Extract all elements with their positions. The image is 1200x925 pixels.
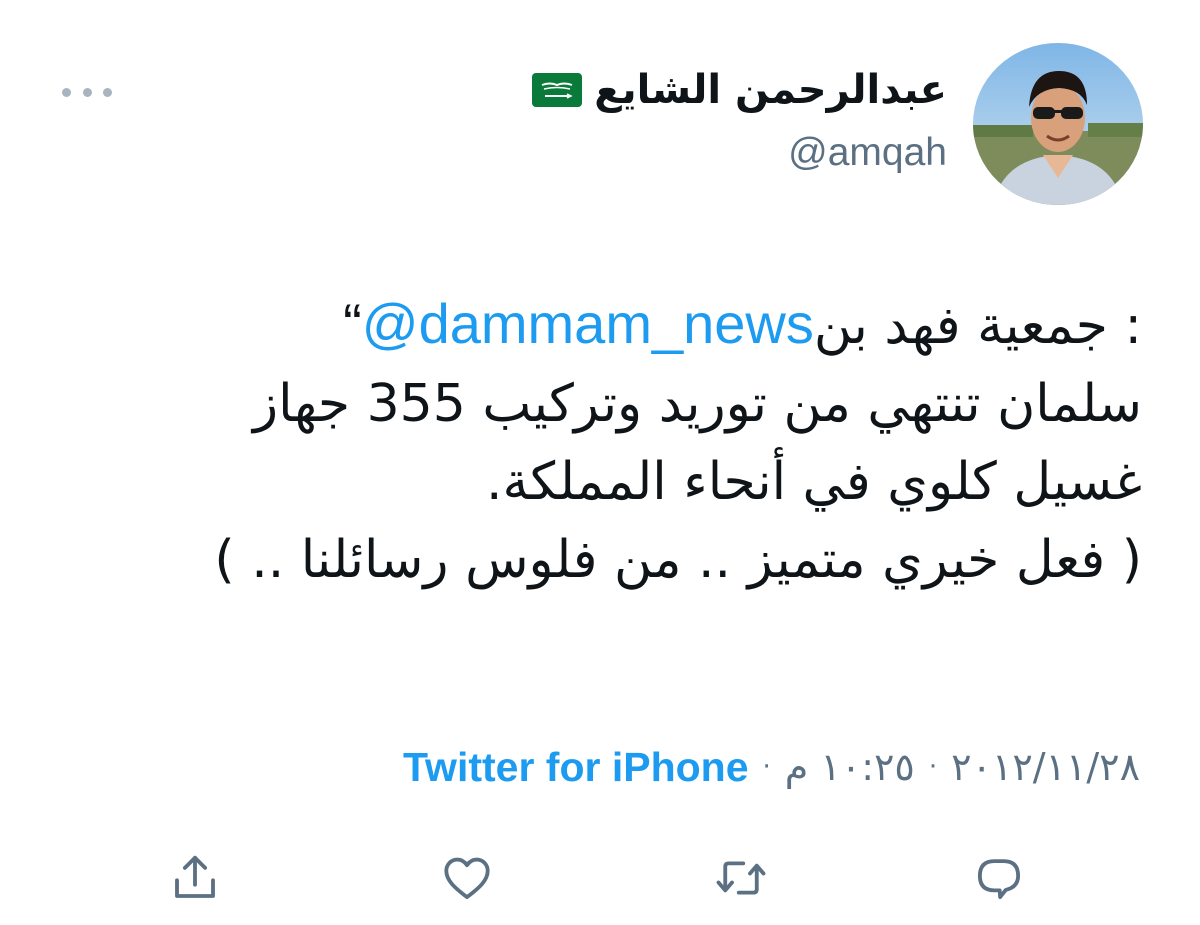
tweet-date: ٢٠١٢/١١/٢٨: [951, 745, 1140, 789]
tweet-line-1-text: : جمعية فهد بن: [813, 296, 1142, 356]
avatar-photo: [973, 43, 1143, 205]
tweet-time: ١٠:٢٥ م: [784, 745, 915, 789]
share-icon: [175, 855, 215, 898]
tweet-text: : جمعية فهد بن@dammam_news“ سلمان تنتهي …: [52, 285, 1142, 599]
tweet-line-3: غسيل كلوي في أنحاء المملكة.: [485, 452, 1142, 512]
tweet-meta: Twitter for iPhone · ١٠:٢٥ م · ٢٠١٢/١١/٢…: [403, 738, 1140, 796]
saudi-flag-icon: [532, 73, 583, 107]
more-dot-icon: [82, 87, 92, 97]
retweet-icon: [716, 861, 766, 895]
tweet-line-2: سلمان تنتهي من توريد وتركيب 355 جهاز: [252, 374, 1142, 434]
heart-icon: [444, 857, 490, 900]
author-handle[interactable]: @amqah: [788, 128, 947, 178]
avatar[interactable]: [973, 43, 1143, 205]
retweet-button[interactable]: [708, 845, 774, 911]
reply-button[interactable]: [966, 845, 1032, 911]
tweet-line-4: ( فعل خيري متميز .. من فلوس رسائلنا .. ): [214, 530, 1142, 590]
mention-link[interactable]: @dammam_news: [362, 292, 814, 355]
tweet-line-1: : جمعية فهد بن@dammam_news“: [52, 285, 1142, 365]
meta-separator: ·: [928, 752, 938, 782]
share-button[interactable]: [162, 845, 228, 911]
tweet-source-link[interactable]: Twitter for iPhone: [403, 738, 748, 796]
more-dot-icon: [103, 87, 112, 97]
open-quote: “: [343, 292, 362, 355]
reply-icon: [977, 859, 1021, 900]
meta-separator: ·: [762, 752, 771, 782]
author-name-row[interactable]: عبدالرحمن الشايع: [532, 64, 947, 116]
like-button[interactable]: [434, 845, 500, 911]
author-name: عبدالرحمن الشايع: [594, 67, 947, 113]
more-options-button[interactable]: [62, 80, 112, 104]
more-dot-icon: [62, 87, 71, 97]
